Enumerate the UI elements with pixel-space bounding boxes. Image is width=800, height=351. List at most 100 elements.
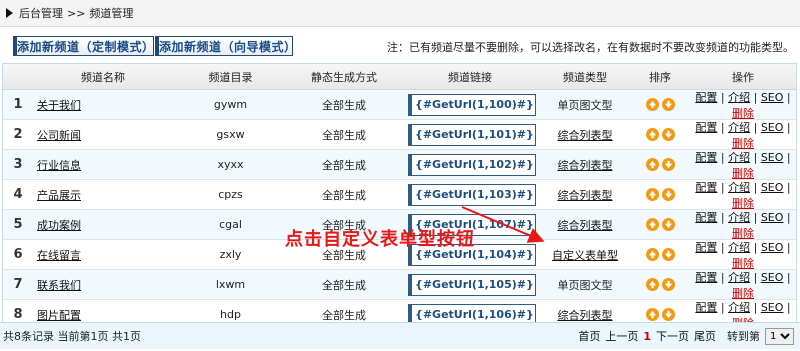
op-separator: |	[753, 90, 758, 104]
intro-link[interactable]: 介绍	[728, 211, 750, 224]
channel-type[interactable]: 综合列表型	[558, 309, 613, 322]
channel-dir: gsxw	[216, 128, 245, 141]
channel-url-field[interactable]: {#GetUrl(1,100)#}	[408, 93, 536, 116]
seo-link[interactable]: SEO	[761, 181, 784, 194]
seo-link[interactable]: SEO	[761, 241, 784, 254]
channel-type[interactable]: 自定义表单型	[552, 249, 618, 262]
channel-name-link[interactable]: 公司新闻	[37, 129, 81, 142]
channel-name-link[interactable]: 产品展示	[37, 189, 81, 202]
config-link[interactable]: 配置	[695, 151, 717, 164]
op-separator: |	[753, 180, 758, 194]
channel-url-field[interactable]: {#GetUrl(1,102)#}	[408, 153, 536, 176]
arrow-down-icon[interactable]	[661, 218, 675, 231]
arrow-up-icon[interactable]	[645, 188, 659, 201]
last-page-link[interactable]: 尾页	[694, 328, 716, 344]
arrow-up-icon[interactable]	[645, 278, 659, 291]
channel-gen-mode: 全部生成	[322, 188, 366, 202]
channel-url-field[interactable]: {#GetUrl(1,103)#}	[408, 183, 536, 206]
arrow-down-icon[interactable]	[661, 188, 675, 201]
channel-type[interactable]: 综合列表型	[558, 159, 613, 172]
add-channel-wizard-button[interactable]: 添加新频道（向导模式）	[155, 36, 296, 56]
channel-type: 单页图文型	[557, 278, 613, 292]
seo-link[interactable]: SEO	[761, 211, 784, 224]
intro-link[interactable]: 介绍	[728, 91, 750, 104]
config-link[interactable]: 配置	[695, 121, 717, 134]
arrow-up-icon[interactable]	[645, 308, 659, 321]
channel-url-field[interactable]: {#GetUrl(1,101)#}	[408, 123, 536, 146]
arrow-down-icon[interactable]	[661, 158, 675, 171]
op-separator: |	[786, 240, 791, 254]
channel-type[interactable]: 综合列表型	[558, 129, 613, 142]
op-separator: |	[720, 210, 725, 224]
seo-link[interactable]: SEO	[761, 121, 784, 134]
arrow-up-icon[interactable]	[645, 98, 659, 111]
seo-link[interactable]: SEO	[761, 301, 784, 314]
config-link[interactable]: 配置	[695, 271, 717, 284]
channel-name-link[interactable]: 在线留言	[37, 249, 81, 262]
channel-url-field[interactable]: {#GetUrl(1,105)#}	[408, 273, 536, 296]
channel-dir: hdp	[220, 308, 241, 321]
breadcrumb: 后台管理 >> 频道管理	[0, 0, 800, 27]
arrow-up-icon[interactable]	[645, 158, 659, 171]
op-separator: |	[720, 300, 725, 314]
op-separator: |	[786, 210, 791, 224]
arrow-up-icon[interactable]	[645, 218, 659, 231]
goto-page-select[interactable]: 1	[765, 327, 794, 345]
breadcrumb-root[interactable]: 后台管理	[19, 5, 63, 21]
channel-dir: cpzs	[218, 188, 243, 201]
header-name: 频道名称	[81, 70, 125, 84]
header-sort: 排序	[649, 70, 671, 84]
arrow-up-icon[interactable]	[645, 128, 659, 141]
row-number: 8	[13, 307, 23, 322]
channel-name-link[interactable]: 图片配置	[37, 309, 81, 322]
config-link[interactable]: 配置	[695, 241, 717, 254]
channel-name-link[interactable]: 关于我们	[37, 99, 81, 112]
channel-type[interactable]: 综合列表型	[558, 219, 613, 232]
row-number: 6	[13, 247, 23, 262]
intro-link[interactable]: 介绍	[728, 151, 750, 164]
arrow-down-icon[interactable]	[661, 278, 675, 291]
seo-link[interactable]: SEO	[761, 151, 784, 164]
next-page-link[interactable]: 下一页	[656, 328, 689, 344]
arrow-down-icon[interactable]	[661, 248, 675, 261]
config-link[interactable]: 配置	[695, 211, 717, 224]
config-link[interactable]: 配置	[695, 181, 717, 194]
header-url: 频道链接	[448, 70, 492, 84]
op-separator: |	[786, 90, 791, 104]
channel-name-link[interactable]: 行业信息	[37, 159, 81, 172]
op-separator: |	[720, 270, 725, 284]
arrow-down-icon[interactable]	[661, 98, 675, 111]
record-summary: 共8条记录 当前第1页 共1页	[3, 330, 141, 343]
channel-gen-mode: 全部生成	[322, 158, 366, 172]
seo-link[interactable]: SEO	[761, 91, 784, 104]
channel-dir: cgal	[219, 218, 242, 231]
first-page-link[interactable]: 首页	[578, 328, 600, 344]
op-separator: |	[753, 120, 758, 134]
arrow-down-icon[interactable]	[661, 308, 675, 321]
channel-name-link[interactable]: 联系我们	[37, 279, 81, 292]
config-link[interactable]: 配置	[695, 91, 717, 104]
intro-link[interactable]: 介绍	[728, 181, 750, 194]
current-page: 1	[643, 329, 651, 343]
intro-link[interactable]: 介绍	[728, 301, 750, 314]
op-separator: |	[720, 180, 725, 194]
channel-name-link[interactable]: 成功案例	[37, 219, 81, 232]
intro-link[interactable]: 介绍	[728, 241, 750, 254]
config-link[interactable]: 配置	[695, 301, 717, 314]
breadcrumb-current: 频道管理	[89, 7, 134, 20]
arrow-up-icon[interactable]	[645, 248, 659, 261]
row-number: 1	[13, 97, 23, 112]
prev-page-link[interactable]: 上一页	[605, 328, 638, 344]
op-separator: |	[786, 270, 791, 284]
goto-label: 转到第	[727, 330, 760, 343]
channel-type[interactable]: 综合列表型	[558, 189, 613, 202]
channel-gen-mode: 全部生成	[322, 128, 366, 142]
intro-link[interactable]: 介绍	[728, 121, 750, 134]
channel-dir: gywm	[213, 98, 248, 111]
op-separator: |	[786, 180, 791, 194]
intro-link[interactable]: 介绍	[728, 271, 750, 284]
seo-link[interactable]: SEO	[761, 271, 784, 284]
arrow-down-icon[interactable]	[661, 128, 675, 141]
add-channel-custom-button[interactable]: 添加新频道（定制模式）	[13, 36, 154, 56]
table-row: 7 联系我们 lxwm 全部生成 {#GetUrl(1,105)#} 单页图文型 配置 | …	[3, 270, 796, 300]
